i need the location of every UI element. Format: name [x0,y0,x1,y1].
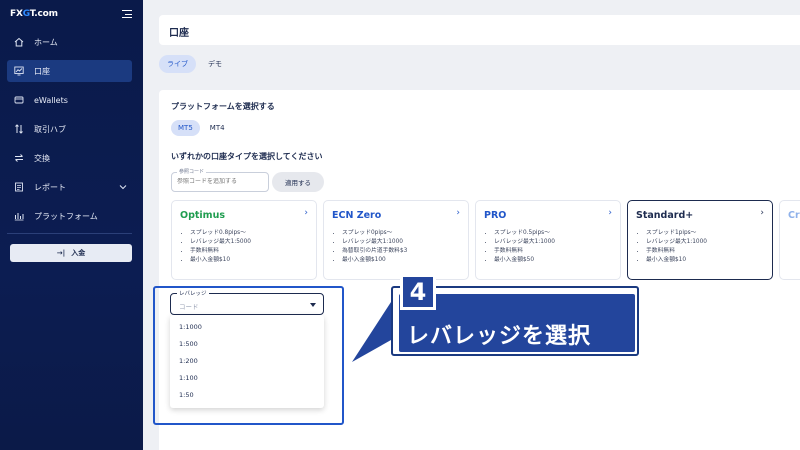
sidebar-item-label: 交換 [34,153,50,163]
account-card-partial[interactable]: Cr [779,200,800,280]
sidebar-item-label: レポート [34,182,66,192]
sidebar-item-trading-hub[interactable]: 取引ハブ [7,118,132,140]
logo[interactable]: FXGT.com [10,9,58,19]
account-card-name: Standard+ [636,210,694,221]
account-tabs: ライブ デモ [159,55,230,73]
sidebar-divider [7,233,132,234]
account-card-name: Cr [788,210,800,221]
next-section [159,440,800,450]
sidebar: FXGT.com ホーム 口座 eWallets 取引ハブ 交換 レポート プラ… [0,0,143,450]
account-card-name: Optimus [180,210,225,221]
deposit-button[interactable]: →| 入金 [10,244,132,262]
platform-tab-mt5[interactable]: MT5 [171,120,200,136]
sidebar-item-accounts[interactable]: 口座 [7,60,132,82]
sidebar-item-exchange[interactable]: 交換 [7,147,132,169]
chart-icon [14,66,24,76]
referral-code-field[interactable]: 参照コード [171,168,269,192]
sidebar-item-ewallets[interactable]: eWallets [7,89,132,111]
chevron-right-icon: › [456,208,460,218]
referral-code-input[interactable] [177,178,265,185]
platform-section-title: プラットフォームを選択する [171,102,275,111]
callout-text: レバレッジを選択 [407,324,592,349]
step-number-badge: 4 [400,274,436,310]
apply-button[interactable]: 適用する [272,172,324,192]
chevron-right-icon: › [608,208,612,218]
updown-arrows-icon [14,124,24,134]
sidebar-item-home[interactable]: ホーム [7,31,132,53]
page-header: 口座 [159,15,800,45]
sidebar-item-label: 口座 [34,66,50,76]
home-icon [14,37,24,47]
sidebar-item-label: 取引ハブ [34,124,66,134]
menu-toggle-icon[interactable] [122,10,132,18]
account-card-standard-plus[interactable]: Standard+ › スプレッド1pips〜 レバレッジ最大1:1000 手数… [627,200,773,280]
sidebar-item-label: プラットフォーム [34,211,98,221]
feature-list: スプレッド0.8pips〜 レバレッジ最大1:5000 手数料無料 最小入金額$… [190,229,251,265]
wallet-icon [14,95,24,105]
dropdown-highlight [153,286,344,425]
sidebar-item-reports[interactable]: レポート [7,176,132,198]
feature-list: スプレッド1pips〜 レバレッジ最大1:1000 手数料無料 最小入金額$10 [646,229,707,265]
feature-list: スプレッド0.5pips〜 レバレッジ最大1:1000 手数料無料 最小入金額$… [494,229,555,265]
sidebar-item-label: ホーム [34,37,58,47]
account-card-ecn-zero[interactable]: ECN Zero › スプレッド0pips〜 レバレッジ最大1:1000 為替取… [323,200,469,280]
account-card-optimus[interactable]: Optimus › スプレッド0.8pips〜 レバレッジ最大1:5000 手数… [171,200,317,280]
platform-tab-mt4[interactable]: MT4 [203,120,232,136]
tab-demo[interactable]: デモ [200,55,230,73]
feature-list: スプレッド0pips〜 レバレッジ最大1:1000 為替取引の片道手数料$3 最… [342,229,407,265]
report-icon [14,182,24,192]
platform-tabs: MT5 MT4 [171,120,232,136]
instruction-callout: レバレッジを選択 4 [391,274,639,356]
chevron-down-icon [119,183,127,192]
tab-live[interactable]: ライブ [159,55,196,73]
sidebar-item-platform[interactable]: プラットフォーム [7,205,132,227]
chevron-right-icon: › [760,208,764,218]
sidebar-item-label: eWallets [34,95,68,105]
platform-icon [14,211,24,221]
deposit-arrow-icon: →| [56,249,66,257]
account-card-pro[interactable]: PRO › スプレッド0.5pips〜 レバレッジ最大1:1000 手数料無料 … [475,200,621,280]
referral-code-label: 参照コード [177,168,207,175]
swap-icon [14,153,24,163]
account-card-name: ECN Zero [332,210,382,221]
account-type-title: いずれかの口座タイプを選択してください [171,152,323,161]
page-title: 口座 [169,28,189,39]
account-card-name: PRO [484,210,507,221]
chevron-right-icon: › [304,208,308,218]
